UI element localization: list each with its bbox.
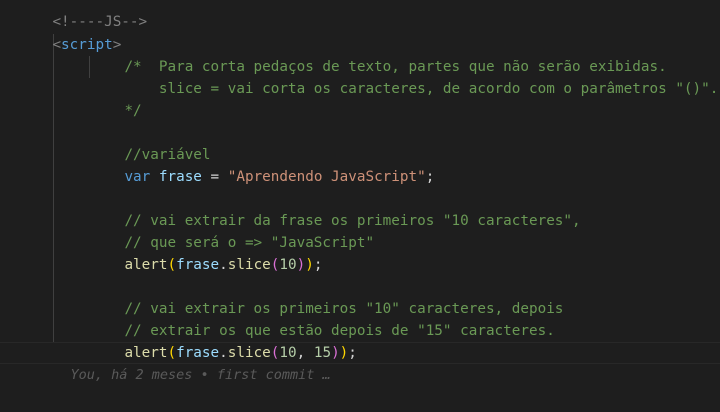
code-line-comment[interactable]: /* Para corta pedaços de texto, partes q… xyxy=(90,34,720,75)
operator: = xyxy=(201,169,228,185)
code-line-comment[interactable]: */ xyxy=(90,78,720,119)
code-line-var-declaration[interactable]: var frase = "Aprendendo JavaScript"; xyxy=(90,144,720,185)
git-blame-annotation[interactable]: You, há 2 meses • first commit … xyxy=(38,342,720,383)
tag-bracket: < xyxy=(52,37,62,53)
code-editor[interactable]: <!----JS--> <script> /* Para corta pedaç… xyxy=(0,0,720,412)
method-slice: slice xyxy=(227,257,271,273)
paren: ) xyxy=(296,257,306,273)
code-line-comment[interactable]: slice = vai corta os caracteres, de acor… xyxy=(90,56,720,97)
number-literal: 10 xyxy=(279,257,297,273)
semicolon: ; xyxy=(313,257,323,273)
keyword-var: var xyxy=(124,169,151,185)
code-line-alert[interactable]: alert(frase.slice(10)); xyxy=(90,232,720,273)
code-line-html-comment[interactable]: <!----JS--> xyxy=(18,0,720,30)
dot: . xyxy=(219,257,228,273)
indent-guide xyxy=(53,34,54,342)
variable-name: frase xyxy=(158,169,202,185)
blame-text: You, há 2 meses • first commit … xyxy=(70,367,331,383)
code-line-comment[interactable]: //variável xyxy=(90,122,720,163)
code-line-comment[interactable]: // extrair os que estão depois de "15" c… xyxy=(90,298,720,339)
code-line-comment[interactable]: // vai extrair da frase os primeiros "10… xyxy=(90,188,720,229)
semicolon: ; xyxy=(425,169,435,185)
code-line-alert[interactable]: alert(frase.slice(10, 15)); xyxy=(90,320,720,361)
variable-name: frase xyxy=(176,257,220,273)
code-line-comment[interactable]: // vai extrair os primeiros "10" caracte… xyxy=(90,276,720,317)
function-alert: alert xyxy=(124,257,168,273)
comment-text: */ xyxy=(124,103,142,119)
code-line-script-close[interactable]: </script> xyxy=(18,386,720,412)
string-literal: "Aprendendo JavaScript" xyxy=(227,169,426,185)
paren: ( xyxy=(167,257,177,273)
paren: ) xyxy=(305,257,314,273)
code-line-comment[interactable]: // que será o => "JavaScript" xyxy=(90,210,720,251)
code-line-script-open[interactable]: <script> xyxy=(18,12,720,53)
